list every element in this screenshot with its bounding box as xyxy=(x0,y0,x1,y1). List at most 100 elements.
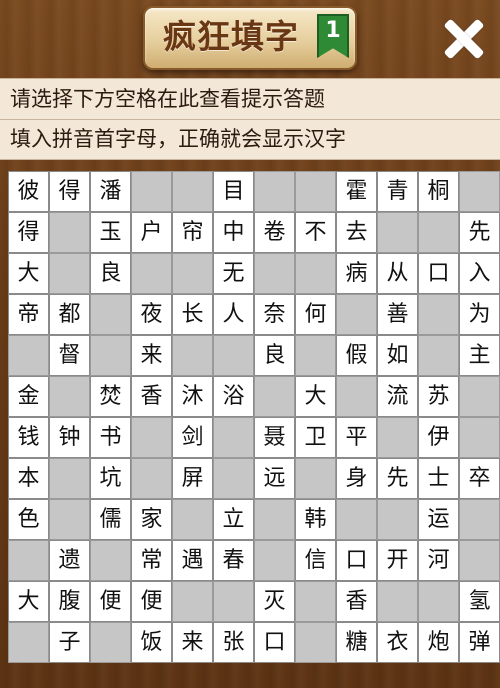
grid-cell-filled[interactable]: 便 xyxy=(90,581,131,622)
grid-cell-filled[interactable]: 剑 xyxy=(172,417,213,458)
grid-cell-filled[interactable]: 开 xyxy=(377,540,418,581)
grid-cell-filled[interactable]: 香 xyxy=(131,376,172,417)
grid-cell-empty[interactable] xyxy=(295,581,336,622)
grid-cell-empty[interactable] xyxy=(336,294,377,335)
grid-cell-filled[interactable]: 灭 xyxy=(254,581,295,622)
grid-cell-filled[interactable]: 屏 xyxy=(172,458,213,499)
grid-cell-filled[interactable]: 卷 xyxy=(254,212,295,253)
grid-cell-empty[interactable] xyxy=(418,581,459,622)
grid-cell-empty[interactable] xyxy=(295,622,336,663)
grid-cell-filled[interactable]: 口 xyxy=(254,622,295,663)
grid-cell-filled[interactable]: 身 xyxy=(336,458,377,499)
grid-cell-empty[interactable] xyxy=(213,581,254,622)
grid-cell-filled[interactable]: 遗 xyxy=(49,540,90,581)
grid-cell-empty[interactable] xyxy=(418,335,459,376)
grid-cell-empty[interactable] xyxy=(213,417,254,458)
grid-cell-filled[interactable]: 口 xyxy=(336,540,377,581)
grid-cell-empty[interactable] xyxy=(90,540,131,581)
grid-cell-filled[interactable]: 弹 xyxy=(459,622,500,663)
grid-cell-filled[interactable]: 卒 xyxy=(459,458,500,499)
grid-cell-empty[interactable] xyxy=(377,212,418,253)
grid-cell-filled[interactable]: 入 xyxy=(459,253,500,294)
grid-cell-empty[interactable] xyxy=(172,499,213,540)
grid-cell-empty[interactable] xyxy=(254,376,295,417)
grid-cell-filled[interactable]: 不 xyxy=(295,212,336,253)
grid-cell-filled[interactable]: 便 xyxy=(131,581,172,622)
grid-cell-filled[interactable]: 运 xyxy=(418,499,459,540)
grid-cell-empty[interactable] xyxy=(295,171,336,212)
grid-cell-filled[interactable]: 沐 xyxy=(172,376,213,417)
grid-cell-empty[interactable] xyxy=(213,335,254,376)
grid-cell-filled[interactable]: 中 xyxy=(213,212,254,253)
grid-cell-filled[interactable]: 卫 xyxy=(295,417,336,458)
grid-cell-empty[interactable] xyxy=(131,417,172,458)
grid-cell-empty[interactable] xyxy=(172,253,213,294)
grid-cell-filled[interactable]: 来 xyxy=(172,622,213,663)
grid-cell-filled[interactable]: 帘 xyxy=(172,212,213,253)
grid-cell-empty[interactable] xyxy=(254,540,295,581)
grid-cell-filled[interactable]: 焚 xyxy=(90,376,131,417)
grid-cell-filled[interactable]: 病 xyxy=(336,253,377,294)
grid-cell-empty[interactable] xyxy=(131,458,172,499)
grid-cell-filled[interactable]: 得 xyxy=(8,212,49,253)
grid-cell-filled[interactable]: 韩 xyxy=(295,499,336,540)
grid-cell-empty[interactable] xyxy=(172,581,213,622)
grid-cell-filled[interactable]: 口 xyxy=(418,253,459,294)
grid-cell-empty[interactable] xyxy=(377,581,418,622)
grid-cell-filled[interactable]: 目 xyxy=(213,171,254,212)
grid-cell-filled[interactable]: 桐 xyxy=(418,171,459,212)
grid-cell-empty[interactable] xyxy=(8,622,49,663)
grid-cell-filled[interactable]: 来 xyxy=(131,335,172,376)
grid-cell-empty[interactable] xyxy=(336,376,377,417)
grid-cell-empty[interactable] xyxy=(459,171,500,212)
grid-cell-filled[interactable]: 金 xyxy=(8,376,49,417)
grid-cell-filled[interactable]: 饭 xyxy=(131,622,172,663)
grid-cell-filled[interactable]: 何 xyxy=(295,294,336,335)
grid-cell-filled[interactable]: 伊 xyxy=(418,417,459,458)
grid-cell-filled[interactable]: 春 xyxy=(213,540,254,581)
grid-cell-empty[interactable] xyxy=(295,253,336,294)
grid-cell-empty[interactable] xyxy=(418,294,459,335)
grid-cell-empty[interactable] xyxy=(172,171,213,212)
grid-cell-filled[interactable]: 奈 xyxy=(254,294,295,335)
grid-cell-filled[interactable]: 书 xyxy=(90,417,131,458)
grid-cell-filled[interactable]: 常 xyxy=(131,540,172,581)
grid-cell-empty[interactable] xyxy=(336,499,377,540)
grid-cell-empty[interactable] xyxy=(459,499,500,540)
grid-cell-filled[interactable]: 为 xyxy=(459,294,500,335)
grid-cell-filled[interactable]: 信 xyxy=(295,540,336,581)
grid-cell-filled[interactable]: 士 xyxy=(418,458,459,499)
grid-cell-filled[interactable]: 大 xyxy=(8,581,49,622)
grid-cell-filled[interactable]: 张 xyxy=(213,622,254,663)
grid-cell-filled[interactable]: 苏 xyxy=(418,376,459,417)
grid-cell-filled[interactable]: 都 xyxy=(49,294,90,335)
grid-cell-empty[interactable] xyxy=(8,335,49,376)
grid-cell-empty[interactable] xyxy=(49,253,90,294)
grid-cell-filled[interactable]: 本 xyxy=(8,458,49,499)
grid-cell-empty[interactable] xyxy=(90,622,131,663)
grid-cell-filled[interactable]: 儒 xyxy=(90,499,131,540)
grid-cell-filled[interactable]: 霍 xyxy=(336,171,377,212)
grid-cell-empty[interactable] xyxy=(377,417,418,458)
grid-cell-empty[interactable] xyxy=(418,212,459,253)
grid-cell-filled[interactable]: 去 xyxy=(336,212,377,253)
grid-cell-empty[interactable] xyxy=(8,540,49,581)
grid-cell-empty[interactable] xyxy=(254,253,295,294)
grid-cell-filled[interactable]: 坑 xyxy=(90,458,131,499)
grid-cell-filled[interactable]: 良 xyxy=(90,253,131,294)
grid-cell-empty[interactable] xyxy=(213,458,254,499)
grid-cell-filled[interactable]: 浴 xyxy=(213,376,254,417)
grid-cell-filled[interactable]: 大 xyxy=(8,253,49,294)
grid-cell-filled[interactable]: 氢 xyxy=(459,581,500,622)
grid-cell-filled[interactable]: 家 xyxy=(131,499,172,540)
grid-cell-filled[interactable]: 无 xyxy=(213,253,254,294)
grid-cell-filled[interactable]: 遇 xyxy=(172,540,213,581)
grid-cell-filled[interactable]: 远 xyxy=(254,458,295,499)
grid-cell-filled[interactable]: 聂 xyxy=(254,417,295,458)
grid-cell-filled[interactable]: 善 xyxy=(377,294,418,335)
grid-cell-filled[interactable]: 先 xyxy=(377,458,418,499)
grid-cell-filled[interactable]: 督 xyxy=(49,335,90,376)
grid-cell-empty[interactable] xyxy=(49,376,90,417)
grid-cell-empty[interactable] xyxy=(459,417,500,458)
grid-cell-filled[interactable]: 玉 xyxy=(90,212,131,253)
